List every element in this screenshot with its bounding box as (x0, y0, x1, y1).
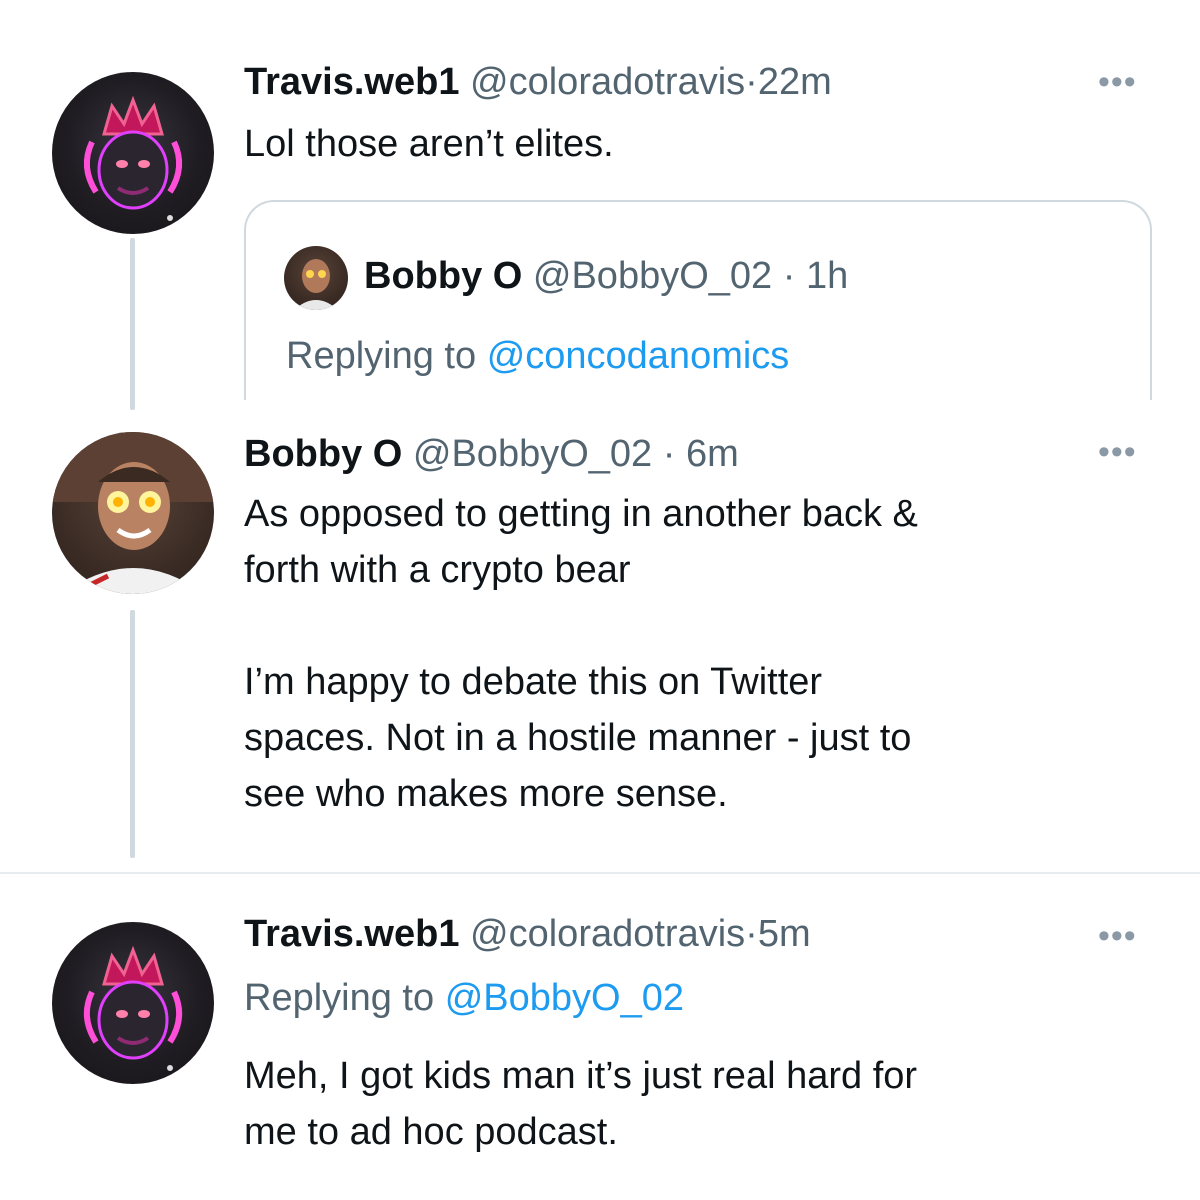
man-with-glowing-eyes-icon (52, 432, 214, 594)
tweet-text: Lol those aren’t elites. (244, 123, 614, 165)
replying-to-handle[interactable]: @BobbyO_02 (445, 977, 684, 1019)
more-options-icon[interactable]: ••• (1098, 435, 1137, 469)
quoted-timestamp: 1h (805, 255, 849, 297)
more-options-icon[interactable]: ••• (1098, 65, 1137, 99)
tweet-divider (0, 872, 1200, 874)
timestamp[interactable]: 5m (758, 913, 811, 955)
tweet-header: Travis.web1 @coloradotravis·5m (244, 912, 811, 956)
timestamp[interactable]: 6m (686, 433, 739, 475)
author-name[interactable]: Bobby O (244, 433, 402, 475)
quoted-tweet-header: Bobby O @BobbyO_02 · 1h (364, 254, 848, 298)
replying-to: Replying to @BobbyO_02 (244, 976, 684, 1020)
author-handle[interactable]: @coloradotravis (470, 913, 745, 955)
separator-dot: · (782, 255, 796, 297)
quoted-author-name: Bobby O (364, 255, 523, 297)
travis-avatar[interactable] (52, 72, 214, 234)
separator-dot: · (745, 913, 758, 955)
quoted-tweet-card[interactable]: Bobby O @BobbyO_02 · 1h Replying to @con… (244, 200, 1152, 400)
separator-dot: · (745, 61, 758, 103)
replying-to-label: Replying to (286, 335, 477, 377)
replying-to-handle[interactable]: @concodanomics (487, 335, 790, 377)
quoted-replying-to: Replying to @concodanomics (286, 334, 789, 378)
replying-to-label: Replying to (244, 977, 435, 1019)
quoted-author-handle: @BobbyO_02 (532, 255, 773, 297)
travis-avatar[interactable] (52, 922, 214, 1084)
separator-dot: · (662, 433, 676, 475)
quoted-author-avatar (284, 246, 348, 310)
thread-line (130, 238, 135, 410)
bobby-avatar[interactable] (52, 432, 214, 594)
tweet-text: As opposed to getting in another back & … (244, 493, 918, 815)
author-name[interactable]: Travis.web1 (244, 61, 459, 103)
tweet-header: Bobby O @BobbyO_02 · 6m (244, 432, 739, 476)
man-with-glowing-eyes-icon (294, 259, 338, 310)
tweet-text: Meh, I got kids man it’s just real hard … (244, 1055, 918, 1153)
author-handle[interactable]: @coloradotravis (470, 61, 745, 103)
gorilla-with-crown-icon (83, 95, 183, 221)
timestamp[interactable]: 22m (758, 61, 832, 103)
author-handle[interactable]: @BobbyO_02 (413, 433, 652, 475)
gorilla-with-crown-icon (83, 945, 183, 1071)
tweet-header: Travis.web1 @coloradotravis·22m (244, 60, 832, 104)
more-options-icon[interactable]: ••• (1098, 919, 1137, 953)
thread-line (130, 610, 135, 858)
author-name[interactable]: Travis.web1 (244, 913, 459, 955)
